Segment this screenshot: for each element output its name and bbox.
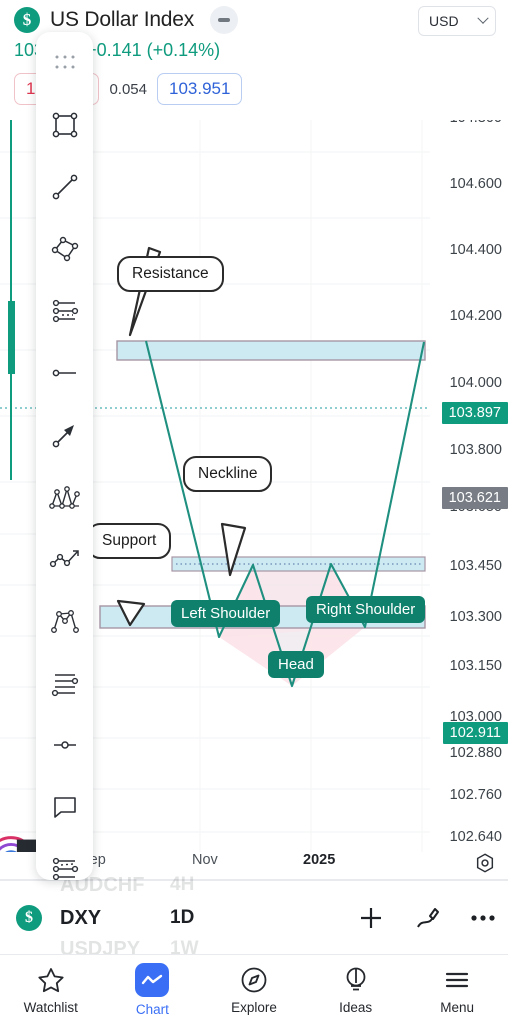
page-title: US Dollar Index — [50, 8, 195, 31]
ticker-actions — [356, 903, 498, 933]
gann-fan-tool[interactable] — [36, 652, 93, 714]
fib-retracement-tool[interactable] — [36, 280, 93, 342]
zigzag-tool[interactable] — [36, 528, 93, 590]
tag-left-shoulder-label: Left Shoulder — [181, 605, 271, 622]
tag-head[interactable]: Head — [268, 651, 324, 678]
tag-right-shoulder-label: Right Shoulder — [316, 601, 416, 618]
chevron-down-icon — [477, 12, 489, 24]
star-icon — [38, 967, 64, 992]
ticker-timeframe: 1D — [170, 907, 195, 928]
hamburger-icon — [446, 972, 469, 987]
currency-select[interactable]: USD — [418, 6, 496, 36]
nav-item-watchlist[interactable]: Watchlist — [0, 955, 102, 1024]
currency-select-value: USD — [429, 13, 459, 29]
price-tick: 102.640 — [449, 829, 502, 845]
price-tick: 102.760 — [449, 787, 502, 803]
callout-support-label: Support — [102, 532, 157, 549]
rectangle-icon — [52, 112, 77, 138]
zigzag-icon — [49, 550, 79, 568]
elliott-wave-tool[interactable] — [36, 466, 93, 528]
bottom-navigation: Watchlist Chart Explore Ideas Menu — [0, 954, 508, 1024]
dollar-icon: $ — [14, 7, 40, 33]
price-tick: 104.000 — [449, 375, 502, 391]
chart-tile — [135, 962, 170, 997]
pencil-icon[interactable] — [412, 903, 442, 933]
text-balloon-tool[interactable] — [36, 776, 93, 838]
nav-label: Explore — [231, 999, 277, 1015]
tag-head-label: Head — [278, 656, 314, 673]
price-badge-bid: 103.897 — [441, 402, 508, 424]
nav-label: Watchlist — [23, 999, 78, 1015]
nav-label: Ideas — [339, 999, 373, 1015]
arrow-tool[interactable] — [36, 404, 93, 466]
bulb-icon — [346, 967, 365, 990]
nav-item-chart[interactable]: Chart — [102, 955, 204, 1024]
ask-price[interactable]: 103.951 — [157, 73, 243, 105]
horizontal-line-tool[interactable] — [36, 342, 93, 404]
price-range-icon — [53, 741, 76, 749]
price-tick: 103.800 — [449, 442, 502, 458]
price-scale[interactable]: 105.000 104.922 104.800 104.600 104.400 … — [424, 36, 508, 852]
candle-left — [8, 120, 15, 480]
fib-retracement-icon — [52, 299, 78, 323]
symbol-switcher-panel[interactable]: AUDCHF 4H $ DXY 1D USDJPY 1W — [0, 874, 508, 960]
nav-label: Menu — [440, 999, 475, 1015]
horizontal-line-icon — [52, 369, 76, 377]
cross-dots-tool[interactable] — [36, 32, 93, 94]
dots-grid-icon — [55, 55, 74, 69]
symbol-title-row[interactable]: $ US Dollar Index — [14, 6, 239, 34]
elliott-wave-icon — [48, 486, 80, 509]
price-badge-cursor: 103.621 — [441, 487, 508, 509]
ticker-symbol: DXY — [60, 906, 102, 929]
price-tick: 103.150 — [449, 658, 502, 674]
drawing-toolbar[interactable] — [36, 32, 93, 880]
price-badge-low: 102.911 — [442, 722, 508, 744]
rectangle-tool[interactable] — [36, 94, 93, 156]
price-tick: 102.880 — [449, 745, 502, 761]
price-tick: 104.600 — [449, 176, 502, 192]
callout-support[interactable]: Support — [87, 523, 172, 559]
ticker-timeframe: 4H — [170, 874, 195, 895]
trend-line-tool[interactable] — [36, 156, 93, 218]
tag-right-shoulder[interactable]: Right Shoulder — [306, 596, 426, 623]
time-tick-2025: 2025 — [303, 852, 336, 868]
polygon-tool[interactable] — [36, 218, 93, 280]
ellipsis-icon[interactable] — [468, 911, 498, 925]
price-change: +0.141 (+0.14%) — [86, 40, 221, 60]
callout-neckline[interactable]: Neckline — [183, 456, 273, 492]
fib-speed-icon — [52, 857, 78, 880]
callout-resistance[interactable]: Resistance — [117, 256, 224, 292]
trend-line-icon — [52, 174, 77, 200]
price-range-tool[interactable] — [36, 714, 93, 776]
time-tick-nov: Nov — [192, 852, 218, 868]
spread-value: 0.054 — [109, 80, 147, 98]
balloon-icon — [53, 797, 76, 818]
pattern-icon — [50, 610, 79, 633]
arrow-icon — [52, 425, 74, 448]
pattern-tool[interactable] — [36, 590, 93, 652]
chart-icon — [142, 974, 163, 984]
fib-speed-tool[interactable] — [36, 838, 93, 880]
compass-icon — [241, 967, 267, 992]
minus-icon — [218, 18, 231, 22]
polygon-icon — [51, 236, 78, 262]
resistance-zone — [116, 340, 426, 361]
price-tick: 103.450 — [449, 558, 502, 574]
dollar-icon: $ — [16, 905, 42, 931]
nav-item-menu[interactable]: Menu — [406, 955, 508, 1024]
nav-item-explore[interactable]: Explore — [203, 955, 305, 1024]
callout-resistance-label: Resistance — [132, 265, 209, 282]
nav-label: Chart — [135, 1001, 169, 1017]
collapse-button[interactable] — [210, 6, 239, 34]
price-tick: 104.400 — [449, 242, 502, 258]
price-tick: 103.300 — [449, 609, 502, 625]
nav-item-ideas[interactable]: Ideas — [305, 955, 407, 1024]
tag-left-shoulder[interactable]: Left Shoulder — [171, 600, 281, 627]
price-tick: 104.200 — [449, 308, 502, 324]
gann-fan-icon — [51, 674, 78, 697]
callout-neckline-label: Neckline — [198, 465, 258, 482]
plus-icon[interactable] — [356, 903, 386, 933]
